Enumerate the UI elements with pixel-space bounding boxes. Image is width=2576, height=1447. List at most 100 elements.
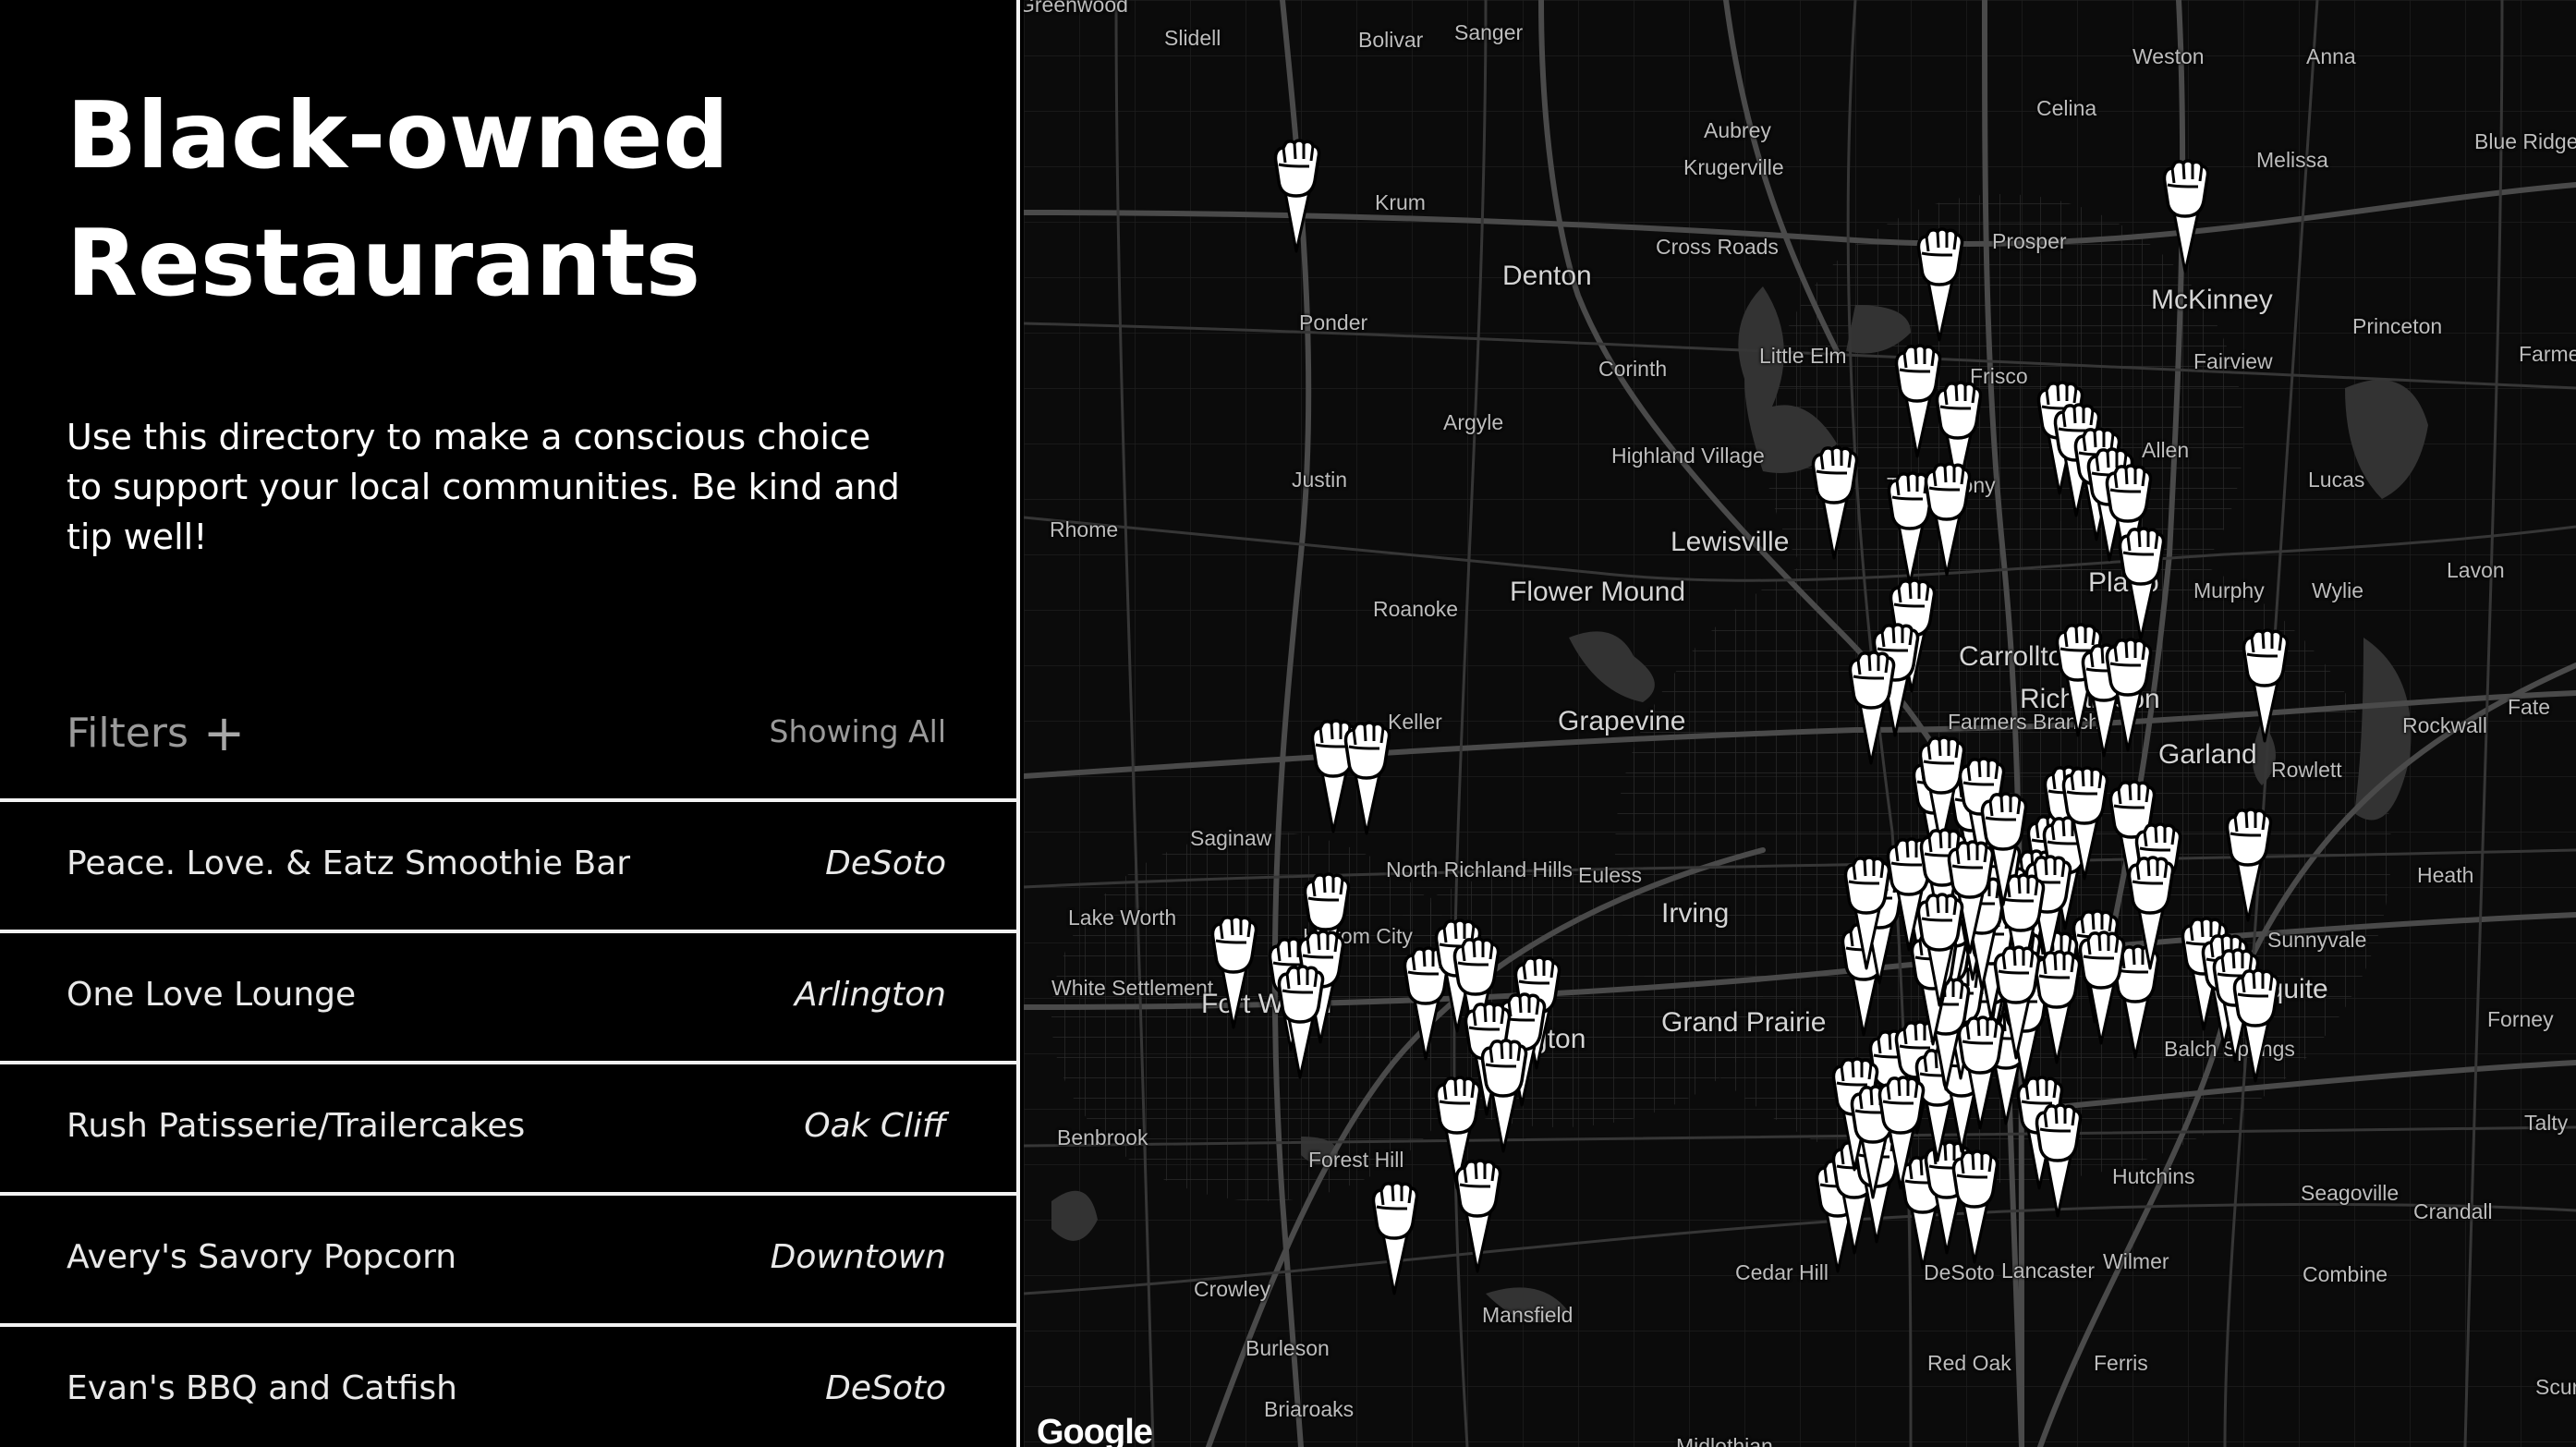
city-label: Farmersville xyxy=(2519,342,2576,366)
filters-label: Filters xyxy=(67,710,188,757)
raised-fist-icon[interactable] xyxy=(1912,224,1969,348)
city-label: Heath xyxy=(2417,863,2474,887)
city-label: Ponder xyxy=(1299,310,1368,334)
raised-fist-icon[interactable] xyxy=(2228,965,2285,1089)
raised-fist-icon[interactable] xyxy=(2057,762,2114,887)
raised-fist-icon[interactable] xyxy=(2030,1100,2087,1224)
page-title: Black-owned Restaurants xyxy=(67,81,729,317)
raised-fist-icon[interactable] xyxy=(1912,889,1969,1014)
city-label: North Richland Hills xyxy=(1386,857,1573,882)
city-label: Allen xyxy=(2142,438,2190,462)
city-label: Slidell xyxy=(1164,26,1221,50)
raised-fist-icon[interactable] xyxy=(1806,442,1864,566)
city-label: Weston xyxy=(2132,44,2205,68)
city-label: Lavon xyxy=(2447,558,2505,582)
city-label: Sunnyvale xyxy=(2267,928,2367,952)
raised-fist-icon[interactable] xyxy=(1839,852,1896,977)
city-label: Briaroaks xyxy=(1264,1397,1355,1421)
map-view[interactable]: Greenwood Slidell Bolivar Sanger Weston Anna C… xyxy=(1024,0,2576,1447)
raised-fist-icon[interactable] xyxy=(1843,647,1901,772)
raised-fist-icon[interactable] xyxy=(1272,961,1330,1086)
city-label: Hutchins xyxy=(2112,1164,2195,1188)
restaurant-area: Arlington xyxy=(794,976,946,1014)
raised-fist-icon[interactable] xyxy=(1339,717,1396,842)
city-label: Justin xyxy=(1292,468,1348,492)
raised-fist-icon[interactable] xyxy=(1988,942,2046,1066)
city-label: Rhome xyxy=(1050,517,1119,541)
city-label: Combine xyxy=(2303,1262,2388,1286)
raised-fist-icon[interactable] xyxy=(1206,911,1263,1036)
filters-toggle-button[interactable]: Filters + xyxy=(67,703,246,762)
city-label: Celina xyxy=(2036,96,2097,120)
city-label: Denton xyxy=(1502,261,1592,291)
city-label: Murphy xyxy=(2193,578,2265,602)
page-description: Use this directory to make a conscious c… xyxy=(67,417,900,557)
restaurant-list: Peace. Love. & Eatz Smoothie Bar DeSoto … xyxy=(0,798,1016,1447)
restaurant-list-item[interactable]: Avery's Savory Popcorn Downtown xyxy=(0,1192,1016,1323)
city-label: Burleson xyxy=(1245,1336,1330,1360)
city-label: Grand Prairie xyxy=(1661,1007,1827,1038)
restaurant-area: Oak Cliff xyxy=(804,1107,946,1145)
city-label: Irving xyxy=(1661,898,1730,929)
city-label: Benbrook xyxy=(1057,1125,1148,1149)
plus-icon: + xyxy=(202,703,246,762)
raised-fist-icon[interactable] xyxy=(2100,634,2157,759)
restaurant-name: Avery's Savory Popcorn xyxy=(67,1238,457,1276)
city-label: Talty xyxy=(2524,1111,2569,1135)
google-attribution: Google xyxy=(1037,1413,1153,1447)
restaurant-list-item[interactable]: One Love Lounge Arlington xyxy=(0,930,1016,1061)
city-label: Rockwall xyxy=(2402,713,2488,737)
city-label: Seagoville xyxy=(2301,1181,2400,1205)
city-label: Flower Mound xyxy=(1510,577,1686,607)
city-label: Scurry xyxy=(2535,1375,2576,1399)
raised-fist-icon[interactable] xyxy=(2220,804,2278,929)
restaurant-area: Downtown xyxy=(770,1238,946,1276)
city-label: Fairview xyxy=(2193,349,2273,373)
raised-fist-icon[interactable] xyxy=(1975,788,2033,913)
city-label: Anna xyxy=(2306,44,2356,68)
city-label: Wylie xyxy=(2312,578,2364,602)
city-label: Sanger xyxy=(1454,20,1524,44)
raised-fist-icon[interactable] xyxy=(1367,1177,1424,1302)
city-label: Crandall xyxy=(2413,1199,2493,1223)
city-label: Little Elm xyxy=(1759,344,1847,368)
raised-fist-icon[interactable] xyxy=(2237,625,2294,749)
city-label: Blue Ridge xyxy=(2474,129,2576,153)
raised-fist-icon[interactable] xyxy=(2122,852,2180,977)
city-label: Forney xyxy=(2487,1007,2554,1031)
raised-fist-icon[interactable] xyxy=(2113,523,2170,648)
restaurant-list-item[interactable]: Rush Patisserie/Trailercakes Oak Cliff xyxy=(0,1061,1016,1192)
city-label: Lake Worth xyxy=(1068,906,1177,930)
city-label: White Settlement xyxy=(1051,976,1214,1000)
map-base-layer xyxy=(1024,0,2576,1447)
restaurant-list-item[interactable]: Evan's BBQ and Catfish DeSoto xyxy=(0,1323,1016,1447)
restaurant-area: DeSoto xyxy=(825,1369,946,1407)
city-label: Prosper xyxy=(1992,229,2067,253)
restaurant-name: One Love Lounge xyxy=(67,976,357,1014)
city-label: Ferris xyxy=(2094,1351,2148,1375)
city-label: Wilmer xyxy=(2103,1249,2169,1273)
city-label: Melissa xyxy=(2256,148,2328,172)
showing-status: Showing All xyxy=(769,713,946,749)
raised-fist-icon[interactable] xyxy=(1919,458,1976,583)
raised-fist-icon[interactable] xyxy=(1269,135,1326,260)
restaurant-list-item[interactable]: Peace. Love. & Eatz Smoothie Bar DeSoto xyxy=(0,798,1016,930)
city-label: Saginaw xyxy=(1190,826,1272,850)
city-label: Highland Village xyxy=(1611,444,1765,468)
city-label: Lewisville xyxy=(1671,527,1790,557)
city-label: Rowlett xyxy=(2271,758,2342,782)
restaurant-area: DeSoto xyxy=(825,845,946,882)
restaurant-name: Rush Patisserie/Trailercakes xyxy=(67,1107,526,1145)
city-label: Forest Hill xyxy=(1308,1148,1404,1172)
city-label: Roanoke xyxy=(1373,597,1459,621)
city-label: Mansfield xyxy=(1482,1303,1574,1327)
city-label: Cross Roads xyxy=(1656,235,1779,259)
city-label: Euless xyxy=(1578,863,1643,887)
raised-fist-icon[interactable] xyxy=(1450,1155,1507,1280)
city-label: Red Oak xyxy=(1927,1351,2011,1375)
city-label: Krum xyxy=(1375,190,1426,214)
city-label: Fate xyxy=(2508,695,2551,719)
raised-fist-icon[interactable] xyxy=(2157,155,2215,280)
city-label: Argyle xyxy=(1443,410,1504,434)
city-label: Aubrey xyxy=(1704,118,1771,142)
